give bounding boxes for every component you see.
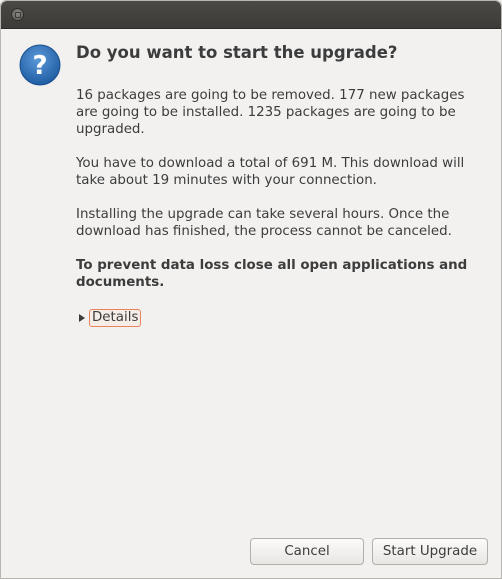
install-warning: Installing the upgrade can take several … — [76, 207, 452, 239]
cancel-button[interactable]: Cancel — [250, 538, 364, 565]
titlebar — [1, 1, 501, 29]
dialog-heading: Do you want to start the upgrade? — [76, 43, 398, 62]
svg-text:?: ? — [32, 51, 47, 81]
download-summary: You have to download a total of 691 M. T… — [76, 156, 465, 188]
window-close-icon[interactable] — [11, 8, 24, 21]
data-loss-warning: To prevent data loss close all open appl… — [76, 258, 468, 290]
expander-arrow-icon[interactable] — [79, 314, 85, 322]
details-expander[interactable]: Details — [76, 309, 142, 327]
question-icon: ? — [19, 44, 61, 86]
upgrade-dialog-window: ? Do you want to start the upgrade? 16 p… — [0, 0, 502, 579]
dialog-content: Do you want to start the upgrade? 16 pac… — [76, 39, 486, 308]
packages-summary: 16 packages are going to be removed. 177… — [76, 88, 465, 137]
details-label[interactable]: Details — [89, 309, 142, 327]
start-upgrade-button[interactable]: Start Upgrade — [372, 538, 488, 565]
